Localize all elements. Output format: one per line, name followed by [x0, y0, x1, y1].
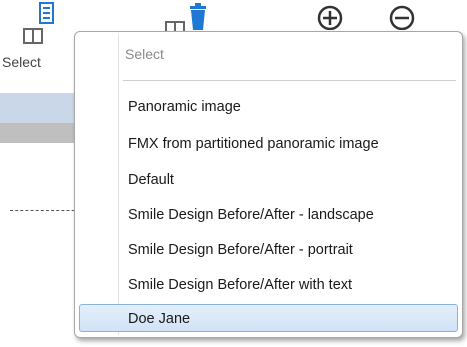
- layout-dropdown-menu: Select Panoramic image FMX from partitio…: [74, 31, 463, 338]
- menu-header: Select: [125, 46, 164, 62]
- zoom-in-button[interactable]: [312, 0, 348, 31]
- menu-item-panoramic-image[interactable]: Panoramic image: [79, 92, 458, 120]
- menu-item-smile-landscape[interactable]: Smile Design Before/After - landscape: [79, 200, 458, 228]
- menu-item-smile-with-text[interactable]: Smile Design Before/After with text: [79, 270, 458, 298]
- menu-item-default[interactable]: Default: [79, 165, 458, 193]
- app-stage: Select Select Panoramic image FMX from p…: [0, 0, 467, 347]
- select-label: Select: [2, 54, 41, 70]
- menu-item-fmx-partitioned[interactable]: FMX from partitioned panoramic image: [79, 129, 458, 157]
- menu-item-smile-portrait[interactable]: Smile Design Before/After - portrait: [79, 235, 458, 263]
- zoom-in-icon: [317, 5, 343, 31]
- zoom-out-icon: [389, 5, 415, 31]
- menu-item-doe-jane[interactable]: Doe Jane: [79, 304, 458, 332]
- menu-separator: [123, 80, 456, 81]
- layout-select-icon: [23, 2, 54, 44]
- select-layout-button[interactable]: [20, 0, 70, 50]
- zoom-out-button[interactable]: [384, 0, 420, 31]
